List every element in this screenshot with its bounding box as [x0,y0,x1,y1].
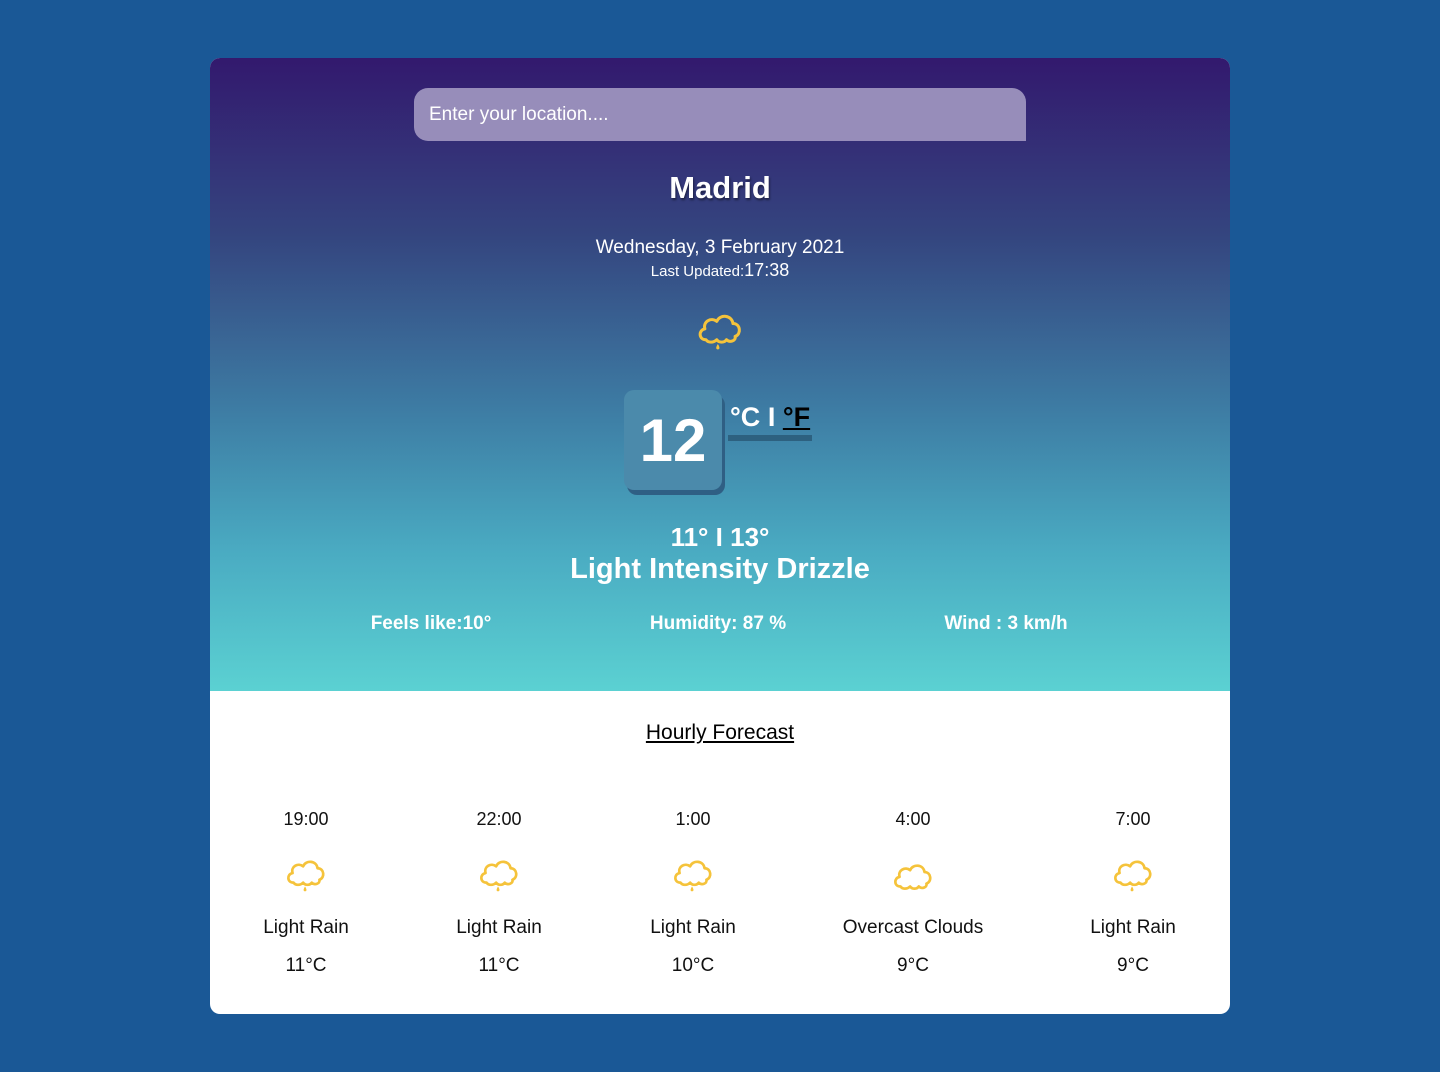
last-updated-time: 17:38 [744,260,790,280]
unit-toggle: °C I °F [728,402,813,441]
hourly-description: Light Rain [263,917,349,938]
hourly-description: Light Rain [650,917,736,938]
rain-cloud-icon [674,860,712,892]
hourly-time: 22:00 [476,809,522,829]
current-weather-panel: Madrid Wednesday, 3 February 2021 Last U… [210,58,1230,691]
last-updated: Last Updated:17:38 [210,260,1230,281]
unit-separator: I [767,402,776,432]
last-updated-label: Last Updated: [650,263,745,280]
hourly-item: 1:00 Light Rain 10°C [603,809,783,977]
current-date: Wednesday, 3 February 2021 [595,237,845,258]
hourly-forecast-title: Hourly Forecast [645,721,795,744]
hourly-item: 22:00 Light Rain 11°C [409,809,589,977]
rain-cloud-icon [480,860,518,892]
hourly-temperature: 9°C [897,955,929,976]
rain-cloud-icon [1114,860,1152,892]
hourly-description: Overcast Clouds [842,917,984,938]
hourly-temperature: 10°C [671,955,715,976]
hourly-temperature: 9°C [1117,955,1149,976]
wind-speed: Wind : 3 km/h [944,613,1068,634]
city-name: Madrid [669,170,771,205]
hourly-time: 7:00 [1115,809,1151,829]
hourly-temperature: 11°C [285,955,327,976]
hourly-time: 4:00 [895,809,931,829]
fahrenheit-link[interactable]: °F [783,402,810,432]
min-max-temperature: 11° I 13° [670,522,770,552]
hourly-item: 7:00 Light Rain 9°C [1043,809,1223,977]
drizzle-cloud-icon [698,314,741,350]
feels-like: Feels like:10° [370,613,492,634]
hourly-item: 4:00 Overcast Clouds 9°C [823,809,1003,977]
weather-description: Light Intensity Drizzle [570,553,870,585]
humidity: Humidity: 87 % [649,613,787,634]
hourly-item: 19:00 Light Rain 11°C [216,809,396,977]
rain-cloud-icon [287,860,325,892]
hourly-forecast-panel: Hourly Forecast 19:00 Light Rain 11°C 22… [210,691,1230,1014]
hourly-time: 1:00 [675,809,711,829]
current-temperature: 12 [624,390,722,490]
hourly-temperature: 11°C [478,955,520,976]
hourly-description: Light Rain [456,917,542,938]
celsius-link[interactable]: °C [730,402,760,432]
weather-card: Madrid Wednesday, 3 February 2021 Last U… [210,58,1230,1014]
cloud-icon [894,864,932,890]
hourly-description: Light Rain [1090,917,1176,938]
hourly-time: 19:00 [283,809,329,829]
location-search-input[interactable] [414,88,1026,141]
